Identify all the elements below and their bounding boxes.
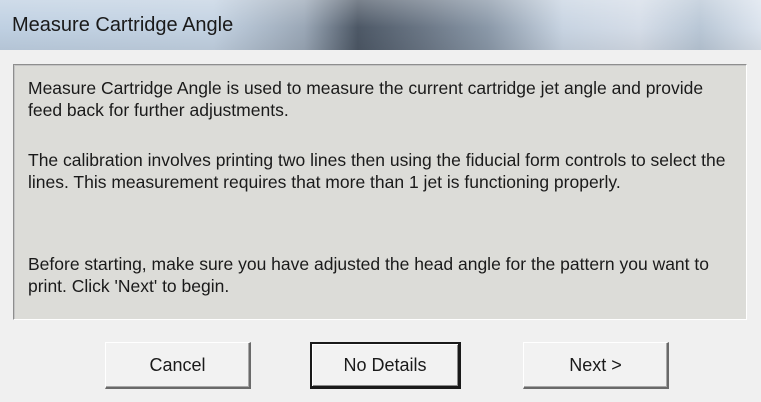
window-title: Measure Cartridge Angle	[12, 14, 234, 36]
calibration-paragraph: The calibration involves printing two li…	[28, 150, 726, 192]
instruction-paragraph: Before starting, make sure you have adju…	[28, 254, 709, 296]
dialog-body: Measure Cartridge Angle is used to measu…	[0, 50, 761, 402]
description-paragraph: Measure Cartridge Angle is used to measu…	[28, 78, 704, 120]
no-details-button[interactable]: No Details	[310, 342, 461, 389]
dialog-window: Measure Cartridge Angle Measure Cartridg…	[0, 0, 761, 402]
next-button[interactable]: Next >	[523, 342, 669, 389]
info-panel: Measure Cartridge Angle is used to measu…	[13, 64, 747, 320]
cancel-button[interactable]: Cancel	[105, 342, 251, 389]
title-bar[interactable]: Measure Cartridge Angle	[0, 0, 761, 50]
